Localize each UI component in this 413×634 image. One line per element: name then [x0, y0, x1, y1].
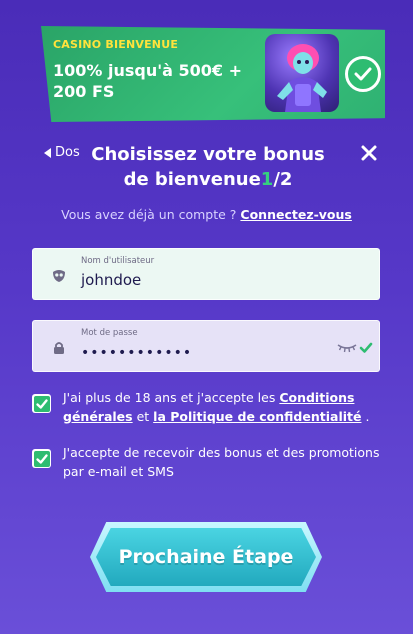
marketing-consent-text: J'accepte de recevoir des bonus et des p…: [63, 445, 380, 479]
next-step-button-frame: Prochaine Étape: [90, 522, 322, 592]
marketing-checkbox[interactable]: [32, 449, 51, 468]
login-link[interactable]: Connectez-vous: [240, 207, 351, 222]
step-current: 1: [260, 169, 274, 190]
next-step-label: Prochaine Étape: [118, 546, 294, 568]
terms-text-2: et: [136, 409, 150, 424]
password-value: ••••••••••••: [81, 345, 193, 361]
login-prompt-text: Vous avez déjà un compte ?: [61, 207, 237, 222]
username-value: johndoe: [81, 271, 142, 289]
back-button[interactable]: Dos: [44, 145, 80, 160]
terms-consent-row: J'ai plus de 18 ans et j'accepte les Con…: [32, 388, 382, 426]
terms-text-3: .: [365, 409, 370, 424]
character-illustration: [265, 34, 339, 112]
marketing-consent-row: J'accepte de recevoir des bonus et des p…: [32, 443, 382, 481]
next-step-button[interactable]: Prochaine Étape: [96, 528, 316, 586]
eye-closed-icon[interactable]: [337, 341, 357, 353]
promo-banner: CASINO BIENVENUE 100% jusqu'à 500€ + 200…: [41, 26, 385, 122]
password-field[interactable]: Mot de passe ••••••••••••: [32, 320, 380, 372]
username-field[interactable]: Nom d'utilisateur johndoe: [32, 248, 380, 300]
checkmark-icon: [33, 395, 50, 412]
terms-consent-text: J'ai plus de 18 ans et j'accepte les Con…: [63, 388, 382, 426]
banner-offer: 100% jusqu'à 500€ + 200 FS: [53, 61, 243, 101]
checkmark-icon: [33, 450, 50, 467]
privacy-policy-link[interactable]: la Politique de confidentialité: [153, 409, 361, 424]
check-badge-icon: [345, 56, 381, 92]
back-label: Dos: [55, 145, 80, 160]
terms-text-1: J'ai plus de 18 ans et j'accepte les: [63, 390, 276, 405]
login-prompt: Vous avez déjà un compte ? Connectez-vou…: [0, 207, 413, 222]
user-mask-icon: [53, 270, 65, 282]
lock-icon: [54, 342, 64, 354]
terms-checkbox[interactable]: [32, 394, 51, 413]
banner-kicker: CASINO BIENVENUE: [53, 38, 179, 51]
back-arrow-icon: [44, 147, 51, 158]
page-title: Choisissez votre bonus de bienvenue1/2: [85, 142, 331, 192]
password-valid-check-icon: [359, 342, 373, 353]
close-button[interactable]: [357, 141, 381, 165]
password-label: Mot de passe: [81, 328, 138, 338]
step-total: /2: [273, 169, 293, 190]
close-icon: [361, 145, 377, 161]
username-label: Nom d'utilisateur: [81, 256, 155, 266]
